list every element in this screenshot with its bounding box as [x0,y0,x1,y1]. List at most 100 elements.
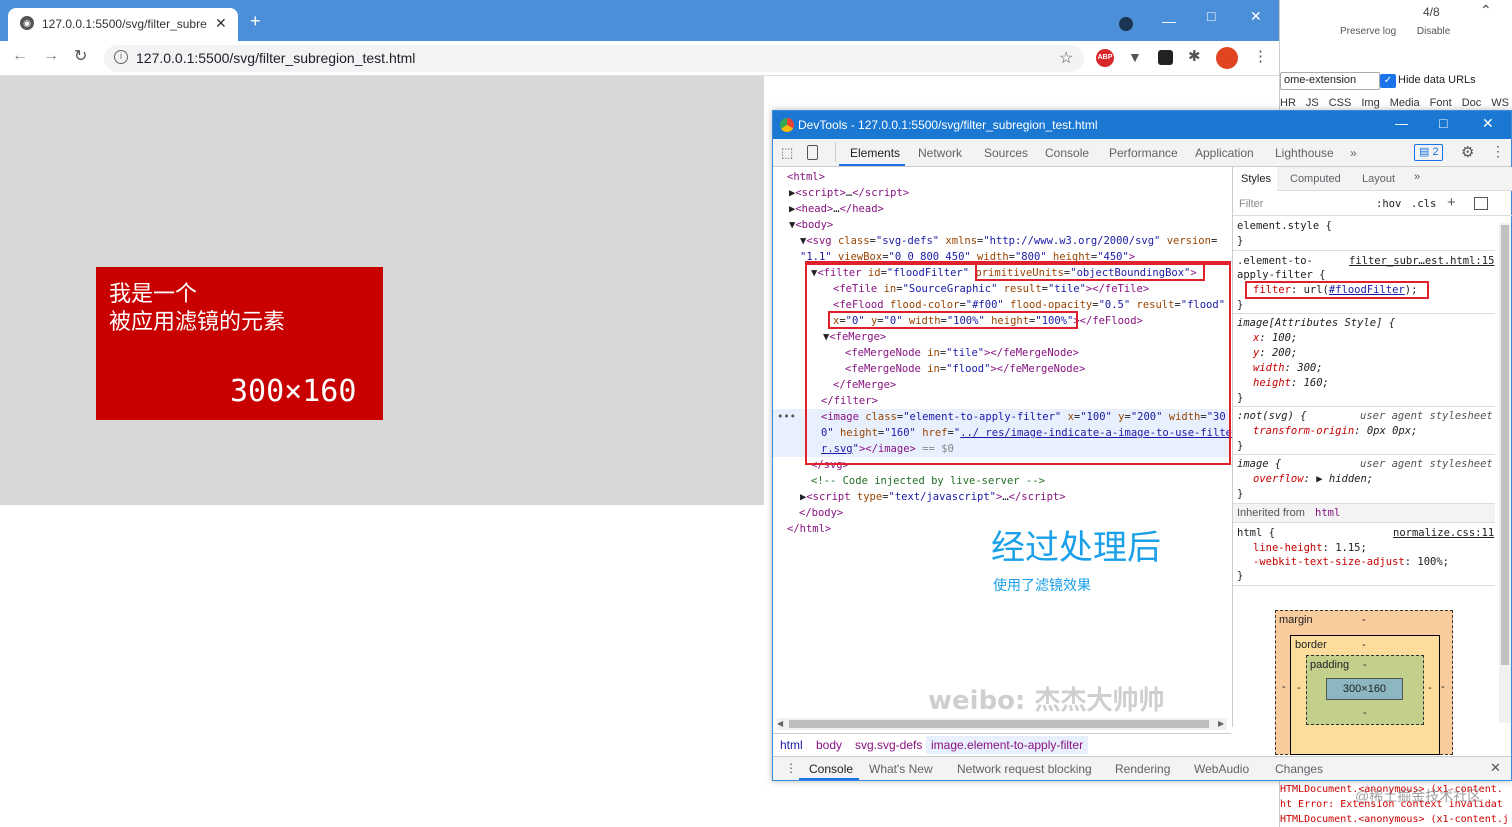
ellipsis-icon[interactable]: ••• [777,409,796,425]
type-filter[interactable]: WS [1491,97,1509,109]
breadcrumb-item-active[interactable]: image.element-to-apply-filter [926,736,1089,754]
disable-cache-label[interactable]: Disable [1417,26,1450,37]
scrollbar-thumb[interactable] [789,720,1209,728]
inherited-tag[interactable]: html [1315,507,1340,519]
minimize-icon[interactable]: — [1395,116,1408,131]
scroll-right-icon[interactable]: ▶ [1218,719,1224,728]
url-text[interactable]: 127.0.0.1:5500/svg/filter_subregion_test… [136,50,415,66]
drawer-tab-rendering[interactable]: Rendering [1115,762,1170,776]
type-filter[interactable]: CSS [1329,97,1352,109]
styles-scrollbar[interactable] [1499,223,1511,723]
cls-button[interactable]: .cls [1411,198,1436,210]
decl[interactable]: -webkit-text-size-adjust: 100%; [1253,555,1449,570]
menu-icon[interactable]: ⋮ [1253,47,1268,65]
address-bar[interactable]: i 127.0.0.1:5500/svg/filter_subregion_te… [104,45,1084,72]
tree-line[interactable]: <html> [787,169,825,185]
tree-line[interactable]: </body> [799,505,843,521]
back-icon[interactable]: ← [12,47,28,65]
new-tab-icon[interactable]: + [250,12,261,30]
hov-button[interactable]: :hov [1376,198,1401,210]
close-window-icon[interactable]: ✕ [1250,8,1262,25]
box-model-border[interactable]: border - - - padding - 300×160 - [1290,635,1440,755]
more-subtabs-icon[interactable]: » [1414,171,1420,183]
rule-selector[interactable]: html { [1237,526,1275,541]
minimize-icon[interactable]: — [1162,13,1176,29]
drawer-tab-request-blocking[interactable]: Network request blocking [957,762,1092,776]
reload-icon[interactable]: ↻ [74,46,87,66]
type-filter[interactable]: Doc [1462,97,1482,109]
rule-source-link[interactable]: normalize.css:11 [1393,526,1494,541]
tree-line[interactable]: </html> [787,521,831,537]
maximize-icon[interactable]: □ [1207,8,1215,24]
tree-line[interactable]: ▶<script>…</script> [789,185,909,201]
type-filter[interactable]: JS [1306,97,1319,109]
box-model-content[interactable]: 300×160 [1326,678,1403,700]
maximize-icon[interactable]: □ [1439,115,1447,131]
close-drawer-icon[interactable]: ✕ [1490,760,1501,776]
tree-line[interactable]: ▼<body> [789,217,833,233]
close-tab-icon[interactable]: ✕ [215,15,227,32]
toggle-sidebar-icon[interactable] [1474,197,1488,210]
styles-filter-input[interactable]: Filter [1239,198,1263,210]
preserve-log-label[interactable]: Preserve log [1340,26,1396,37]
tab-performance[interactable]: Performance [1109,146,1178,160]
breadcrumb-item[interactable]: body [816,738,842,752]
tab-application[interactable]: Application [1195,146,1254,160]
info-icon[interactable]: i [114,50,128,64]
scrollbar-thumb[interactable] [1501,225,1509,665]
puzzle-icon[interactable]: ✱ [1188,47,1201,65]
rule-selector[interactable]: .element-to- [1237,254,1313,269]
subtab-computed[interactable]: Computed [1290,173,1341,185]
type-filter[interactable]: HR [1280,97,1296,109]
tree-line[interactable]: ▼<svg class="svg-defs" xmlns="http://www… [800,233,1217,249]
border-right-value: - [1428,682,1432,694]
tab-search-icon[interactable] [1119,17,1133,31]
attr-decl: height: 160; [1253,377,1329,389]
tab-network[interactable]: Network [918,146,962,160]
hide-data-urls-checkbox[interactable]: ✓ [1380,74,1396,88]
drawer-tab-changes[interactable]: Changes [1275,762,1323,776]
tab-sources[interactable]: Sources [984,146,1028,160]
type-filter[interactable]: Media [1390,97,1420,109]
avatar[interactable] [1216,47,1238,69]
tree-line[interactable]: ▶<head>…</head> [789,201,884,217]
forward-icon[interactable]: → [43,47,59,65]
horizontal-scrollbar[interactable]: ◀ ▶ [777,718,1227,730]
drawer-tab-console[interactable]: Console [809,762,853,776]
close-icon[interactable]: ✕ [1482,115,1494,132]
issues-badge[interactable]: ▤ 2 [1414,144,1443,161]
more-options-icon[interactable]: ⋮ [1491,143,1505,160]
chevron-up-icon[interactable]: ⌃ [1480,2,1492,19]
subtab-layout[interactable]: Layout [1362,173,1395,185]
add-rule-icon[interactable]: + [1447,194,1456,211]
tree-line[interactable]: <!-- Code injected by live-server --> [811,473,1045,489]
breadcrumb-item[interactable]: svg.svg-defs [855,738,922,752]
type-filter[interactable]: Img [1361,97,1379,109]
vue-devtools-icon[interactable]: ▼ [1128,49,1142,65]
adblock-icon[interactable]: ABP [1096,49,1114,67]
drawer-tab-webaudio[interactable]: WebAudio [1194,762,1249,776]
tree-line[interactable]: ▶<script type="text/javascript">…</scrip… [800,489,1066,505]
browser-tab[interactable]: ◉ 127.0.0.1:5500/svg/filter_subre ✕ [8,8,238,41]
tab-elements[interactable]: Elements [850,146,900,160]
tab-console[interactable]: Console [1045,146,1089,160]
drawer-menu-icon[interactable]: ⋮ [785,761,797,775]
breadcrumb-item[interactable]: html [780,738,803,752]
subtab-styles[interactable]: Styles [1241,173,1271,185]
element-style-rule[interactable]: element.style { [1237,219,1332,234]
type-filter[interactable]: Font [1430,97,1452,109]
settings-gear-icon[interactable]: ⚙ [1461,143,1474,161]
more-tabs-icon[interactable]: » [1350,146,1357,160]
box-model-margin[interactable]: margin - - - border - - - padding - 300×… [1275,610,1453,755]
device-toggle-icon[interactable] [807,145,818,160]
bg-filter-input[interactable]: ome-extension [1280,72,1380,90]
decl[interactable]: line-height: 1.15; [1253,541,1367,556]
inspect-icon[interactable]: ⬚ [781,145,793,161]
extension-icon[interactable] [1158,50,1173,65]
rule-source-link[interactable]: filter_subr…est.html:15 [1349,254,1494,269]
bookmark-star-icon[interactable]: ☆ [1059,48,1073,68]
box-model-padding[interactable]: padding - 300×160 - [1306,655,1424,725]
tab-lighthouse[interactable]: Lighthouse [1275,146,1334,160]
scroll-left-icon[interactable]: ◀ [777,719,783,728]
drawer-tab-whats-new[interactable]: What's New [869,762,933,776]
